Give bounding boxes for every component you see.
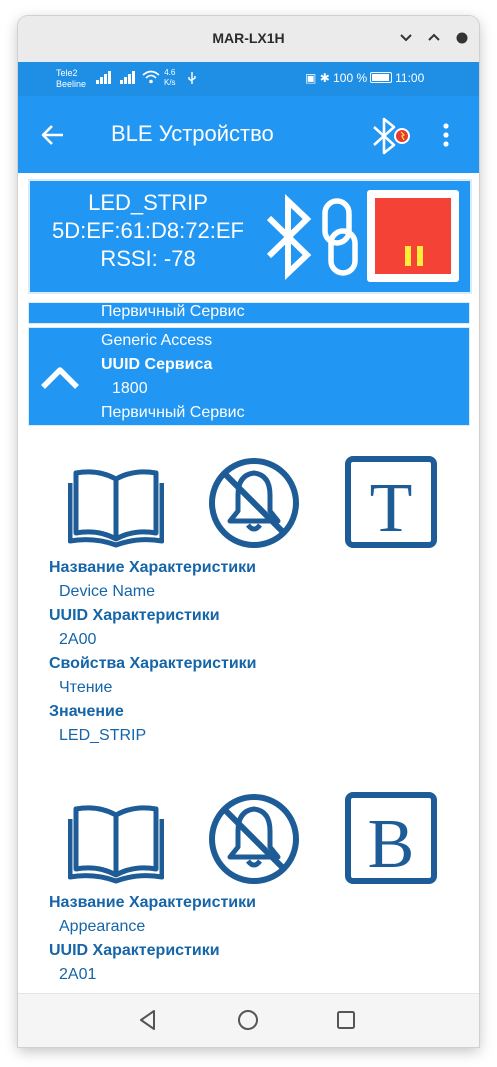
pause-bar-left: [405, 246, 411, 266]
stop-pause-button[interactable]: [367, 190, 459, 282]
notifications-off-icon[interactable]: [206, 455, 302, 551]
service-item-generic-access[interactable]: Generic Access UUID Сервиса 1800 Первичн…: [28, 327, 470, 426]
net-speed: 4.6 K/s: [164, 68, 176, 88]
carrier-2: Beeline: [56, 79, 87, 89]
status-right: ▣ ✱ 100 % 11:00: [305, 71, 424, 85]
service-type-label: Первичный Сервис: [101, 404, 245, 421]
char-uuid-label: UUID Характеристики: [49, 942, 220, 959]
char-name: Appearance: [59, 918, 146, 935]
close-icon[interactable]: [450, 26, 474, 50]
bluetooth-scan-icon[interactable]: [368, 116, 416, 156]
text-format-letter: T: [370, 470, 413, 547]
link-connected-icon[interactable]: [320, 197, 360, 277]
binary-format-letter: B: [368, 806, 415, 883]
device-info: LED_STRIP 5D:EF:61:D8:72:EF RSSI: -78: [34, 189, 262, 273]
bluetooth-large-icon: [266, 194, 312, 280]
device-rssi: RSSI: -78: [100, 246, 196, 271]
service-uuid: 1800: [112, 380, 148, 397]
read-book-icon[interactable]: [68, 455, 164, 551]
stop-square-icon: [375, 198, 451, 274]
nav-recents-icon[interactable]: [334, 1008, 358, 1032]
net-speed-unit: K/s: [164, 78, 176, 87]
characteristic-2-details: Название Характеристики Appearance UUID …: [49, 891, 256, 987]
battery-percent: 100 %: [333, 71, 368, 85]
characteristic-2-actions: B: [18, 791, 479, 887]
characteristic-1-actions: T: [18, 455, 479, 551]
service-type-label: Первичный Сервис: [101, 303, 245, 320]
battery-icon: [370, 72, 393, 83]
device-name: LED_STRIP: [88, 190, 208, 215]
text-format-T-icon[interactable]: T: [344, 455, 438, 549]
wifi-icon: [142, 70, 160, 84]
net-speed-value: 4.6: [164, 68, 176, 77]
char-props: Чтение: [59, 679, 113, 696]
back-arrow-icon[interactable]: [40, 122, 66, 148]
char-value: LED_STRIP: [59, 727, 147, 744]
char-uuid-label: UUID Характеристики: [49, 607, 220, 624]
signal-1-icon: [96, 71, 111, 84]
carrier-1: Tele2: [56, 68, 78, 78]
clock: 11:00: [395, 71, 425, 85]
signal-2-icon: [120, 71, 135, 84]
device-mac: 5D:EF:61:D8:72:EF: [52, 218, 244, 243]
system-nav-bar: [18, 993, 479, 1047]
bluetooth-status-icon: ✱: [319, 71, 330, 85]
char-uuid: 2A01: [59, 966, 97, 983]
read-book-icon[interactable]: [68, 791, 164, 887]
device-panel: LED_STRIP 5D:EF:61:D8:72:EF RSSI: -78: [28, 179, 472, 294]
characteristic-1-details: Название Характеристики Device Name UUID…: [49, 556, 257, 748]
binary-format-B-icon[interactable]: B: [344, 791, 438, 885]
char-uuid: 2A00: [59, 631, 97, 648]
app-title: BLE Устройство: [111, 121, 274, 146]
char-value-label: Значение: [49, 703, 124, 720]
notifications-off-icon[interactable]: [206, 791, 302, 887]
service-name: Generic Access: [101, 332, 213, 349]
nfc-icon: ▣: [305, 71, 317, 85]
nav-home-icon[interactable]: [236, 1008, 260, 1032]
char-props-label: Свойства Характеристики: [49, 655, 257, 672]
service-item-collapsed[interactable]: Первичный Сервис: [28, 302, 470, 324]
pause-bar-right: [417, 246, 423, 266]
char-name: Device Name: [59, 583, 156, 600]
status-bar: Tele2 Beeline 4.6 K/s ▣ ✱ 100 % 11:00: [18, 62, 479, 96]
maximize-icon[interactable]: [422, 26, 446, 50]
carrier-names: Tele2 Beeline: [56, 68, 86, 90]
char-name-label: Название Характеристики: [49, 894, 256, 911]
app-bar: BLE Устройство: [18, 96, 479, 173]
chevron-up-icon[interactable]: [39, 358, 81, 400]
more-vert-icon[interactable]: [441, 122, 451, 148]
minimize-icon[interactable]: [394, 26, 418, 50]
nav-back-icon[interactable]: [136, 1008, 160, 1032]
usb-icon: [188, 72, 196, 84]
phone-window: MAR-LX1H Tele2 Beeline 4.6 K/s ▣ ✱ 100 %…: [18, 16, 479, 1047]
char-name-label: Название Характеристики: [49, 559, 256, 576]
service-uuid-label: UUID Сервиса: [101, 356, 213, 373]
window-titlebar: MAR-LX1H: [18, 16, 479, 63]
